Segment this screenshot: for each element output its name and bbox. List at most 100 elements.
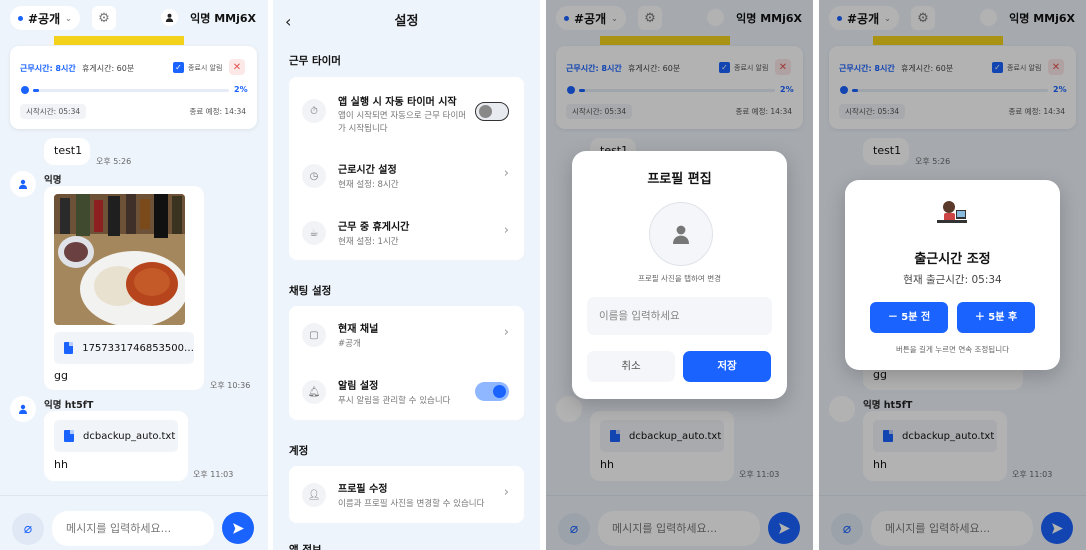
channel-dot	[18, 15, 23, 21]
send-icon[interactable]	[222, 512, 254, 544]
message-time: 오후 5:26	[96, 157, 132, 166]
file-icon	[64, 342, 74, 354]
settings-screen: ‹ 설정 근무 타이머 ⏱ 앱 실행 시 자동 타이머 시작 앱이 시작되면 자…	[273, 0, 540, 550]
chat-view: #공개 ⌄ ⚙ 익명 MMj6X 근무시간: 8시간 휴게시간: 60분 ✓ 종료…	[0, 0, 268, 550]
file-icon	[64, 430, 74, 442]
end-notify-checkbox[interactable]: ✓	[173, 62, 184, 73]
channel-title: 현재 채널	[338, 324, 379, 335]
account-card: 👤︎ 프로필 수정 이름과 프로필 사진을 변경할 수 있습니다 ›	[289, 466, 524, 523]
break-time-row[interactable]: ☕ 근무 중 휴게시간 현재 설정: 1시간 ›	[289, 204, 524, 260]
end-notify-label: 종료시 알림	[188, 64, 223, 72]
save-button[interactable]: 저장	[683, 351, 771, 382]
page-title: 설정	[394, 14, 419, 29]
progress-marker	[21, 86, 29, 94]
message-text: hh	[54, 458, 68, 471]
auto-timer-title: 앱 실행 시 자동 타이머 시작	[338, 97, 457, 108]
start-time: 시작시간: 05:34	[20, 104, 87, 119]
stopwatch-icon: ⏱	[302, 99, 326, 123]
timer-card: 근무시간: 8시간 휴게시간: 60분 ✓ 종료시 알림 ✕ 2% 시작시간: …	[10, 46, 257, 129]
top-bar: #공개 ⌄ ⚙ 익명 MMj6X	[0, 0, 268, 36]
chat-bubble-icon: ▢	[302, 323, 326, 347]
user-icon	[673, 225, 689, 244]
chevron-right-icon: ›	[503, 166, 509, 181]
sender-name: 익명 ht5fT	[44, 400, 94, 411]
cancel-button[interactable]: 취소	[587, 351, 675, 382]
break-time: 휴게시간: 60분	[82, 64, 135, 73]
chat-screen: #공개 ⌄ ⚙ 익명 MMj6X 근무시간: 8시간 휴게시간: 60분 ✓ 종료…	[0, 0, 268, 550]
modal-title: 프로필 편집	[647, 172, 712, 187]
section-title: 앱 정보	[289, 544, 322, 550]
channel-subtitle: #공개	[338, 339, 361, 349]
channel-name: #공개	[28, 11, 61, 26]
work-time-title: 근로시간 설정	[338, 165, 397, 176]
section-title: 근무 타이머	[289, 55, 341, 67]
section-title: 채팅 설정	[289, 285, 332, 297]
auto-timer-subtitle-2: 가 시작됩니다	[338, 124, 388, 134]
user-avatar-icon	[161, 9, 179, 26]
message-bubble: 1757331746853500… gg	[44, 186, 204, 390]
avatar[interactable]	[10, 171, 36, 197]
message-input[interactable]: 메시지를 입력하세요...	[52, 511, 214, 546]
chevron-down-icon: ⌄	[65, 13, 72, 23]
profile-photo-picker[interactable]	[649, 202, 713, 266]
work-time-row[interactable]: ◷ 근로시간 설정 현재 설정: 8시간 ›	[289, 147, 524, 204]
chevron-right-icon: ›	[503, 223, 509, 238]
avatar[interactable]	[10, 396, 36, 422]
sender-name: 익명	[44, 175, 62, 186]
shared-photo[interactable]	[54, 194, 185, 325]
notify-subtitle: 푸시 알림을 관리할 수 있습니다	[338, 396, 451, 406]
message-input-bar: ⌀ 메시지를 입력하세요...	[0, 495, 268, 550]
minus-5min-button[interactable]: － 5분 전	[870, 302, 948, 333]
close-icon[interactable]: ✕	[229, 59, 245, 75]
file-name: 1757331746853500…	[82, 342, 194, 354]
clockin-modal: 출근시간 조정 현재 출근시간: 05:34 － 5분 전 ＋ 5분 후 버튼을…	[845, 180, 1060, 370]
auto-timer-row: ⏱ 앱 실행 시 자동 타이머 시작 앱이 시작되면 자동으로 근무 타이머 가…	[289, 77, 524, 143]
profile-edit-modal: 프로필 편집 프로필 사진을 탭하여 변경 이름을 입력하세요 취소 저장	[572, 151, 787, 399]
user-name: 익명 MMj6X	[190, 11, 256, 25]
current-clockin: 현재 출근시간: 05:34	[903, 274, 1002, 286]
notify-toggle[interactable]	[475, 382, 509, 401]
progress-fill	[33, 89, 39, 92]
toggle-knob	[479, 105, 492, 118]
chevron-right-icon: ›	[503, 325, 509, 340]
clockin-adjust-screen: #공개 ⌄ ⚙ 익명 MMj6X 근무시간: 8시간 휴게시간: 60분 ✓ 종료…	[819, 0, 1086, 550]
screens: #공개 ⌄ ⚙ 익명 MMj6X 근무시간: 8시간 휴게시간: 60분 ✓ 종료…	[0, 0, 1086, 550]
progress-percent: 2%	[234, 85, 248, 94]
toggle-knob	[493, 385, 506, 398]
bell-icon: 🔔︎	[302, 380, 326, 404]
section-title: 계정	[289, 445, 309, 457]
message-text: test1	[54, 144, 83, 157]
message-time: 오후 11:03	[193, 470, 234, 479]
channel-selector[interactable]: #공개 ⌄	[10, 6, 80, 30]
message-bubble: test1	[44, 138, 90, 165]
message-bubble: dcbackup_auto.txt hh	[44, 411, 188, 481]
profile-subtitle: 이름과 프로필 사진을 변경할 수 있습니다	[338, 499, 485, 509]
file-attachment[interactable]: dcbackup_auto.txt	[54, 420, 178, 452]
name-input[interactable]: 이름을 입력하세요	[587, 297, 772, 335]
file-name: dcbackup_auto.txt	[83, 430, 176, 442]
gear-icon[interactable]: ⚙	[92, 6, 116, 30]
notify-title: 알림 설정	[338, 381, 379, 392]
coffee-icon: ☕	[302, 221, 326, 245]
paperclip-icon[interactable]: ⌀	[12, 513, 44, 545]
chevron-right-icon: ›	[503, 485, 509, 500]
plus-5min-button[interactable]: ＋ 5분 후	[957, 302, 1035, 333]
auto-timer-subtitle-1: 앱이 시작되면 자동으로 근무 타이머	[338, 111, 467, 121]
work-time-subtitle: 현재 설정: 8시간	[338, 180, 399, 190]
auto-timer-toggle[interactable]	[475, 102, 509, 121]
banner-strip	[54, 36, 184, 45]
worker-desk-icon	[934, 198, 970, 228]
work-time: 근무시간: 8시간	[20, 64, 76, 73]
profile-row[interactable]: 👤︎ 프로필 수정 이름과 프로필 사진을 변경할 수 있습니다 ›	[289, 466, 524, 523]
channel-row[interactable]: ▢ 현재 채널 #공개 ›	[289, 306, 524, 363]
profile-title: 프로필 수정	[338, 484, 388, 495]
profile-edit-screen: #공개 ⌄ ⚙ 익명 MMj6X 근무시간: 8시간 휴게시간: 60분 ✓ 종료…	[546, 0, 813, 550]
break-time-title: 근무 중 휴게시간	[338, 222, 410, 233]
notify-row: 🔔︎ 알림 설정 푸시 알림을 관리할 수 있습니다	[289, 363, 524, 420]
clock-icon: ◷	[302, 164, 326, 188]
user-info[interactable]: 익명 MMj6X	[161, 9, 256, 26]
message-text: gg	[54, 369, 68, 382]
chat-settings-card: ▢ 현재 채널 #공개 › 🔔︎ 알림 설정 푸시 알림을 관리할 수 있습니다	[289, 306, 524, 420]
progress-bar	[33, 89, 229, 92]
file-attachment[interactable]: 1757331746853500…	[54, 332, 194, 364]
